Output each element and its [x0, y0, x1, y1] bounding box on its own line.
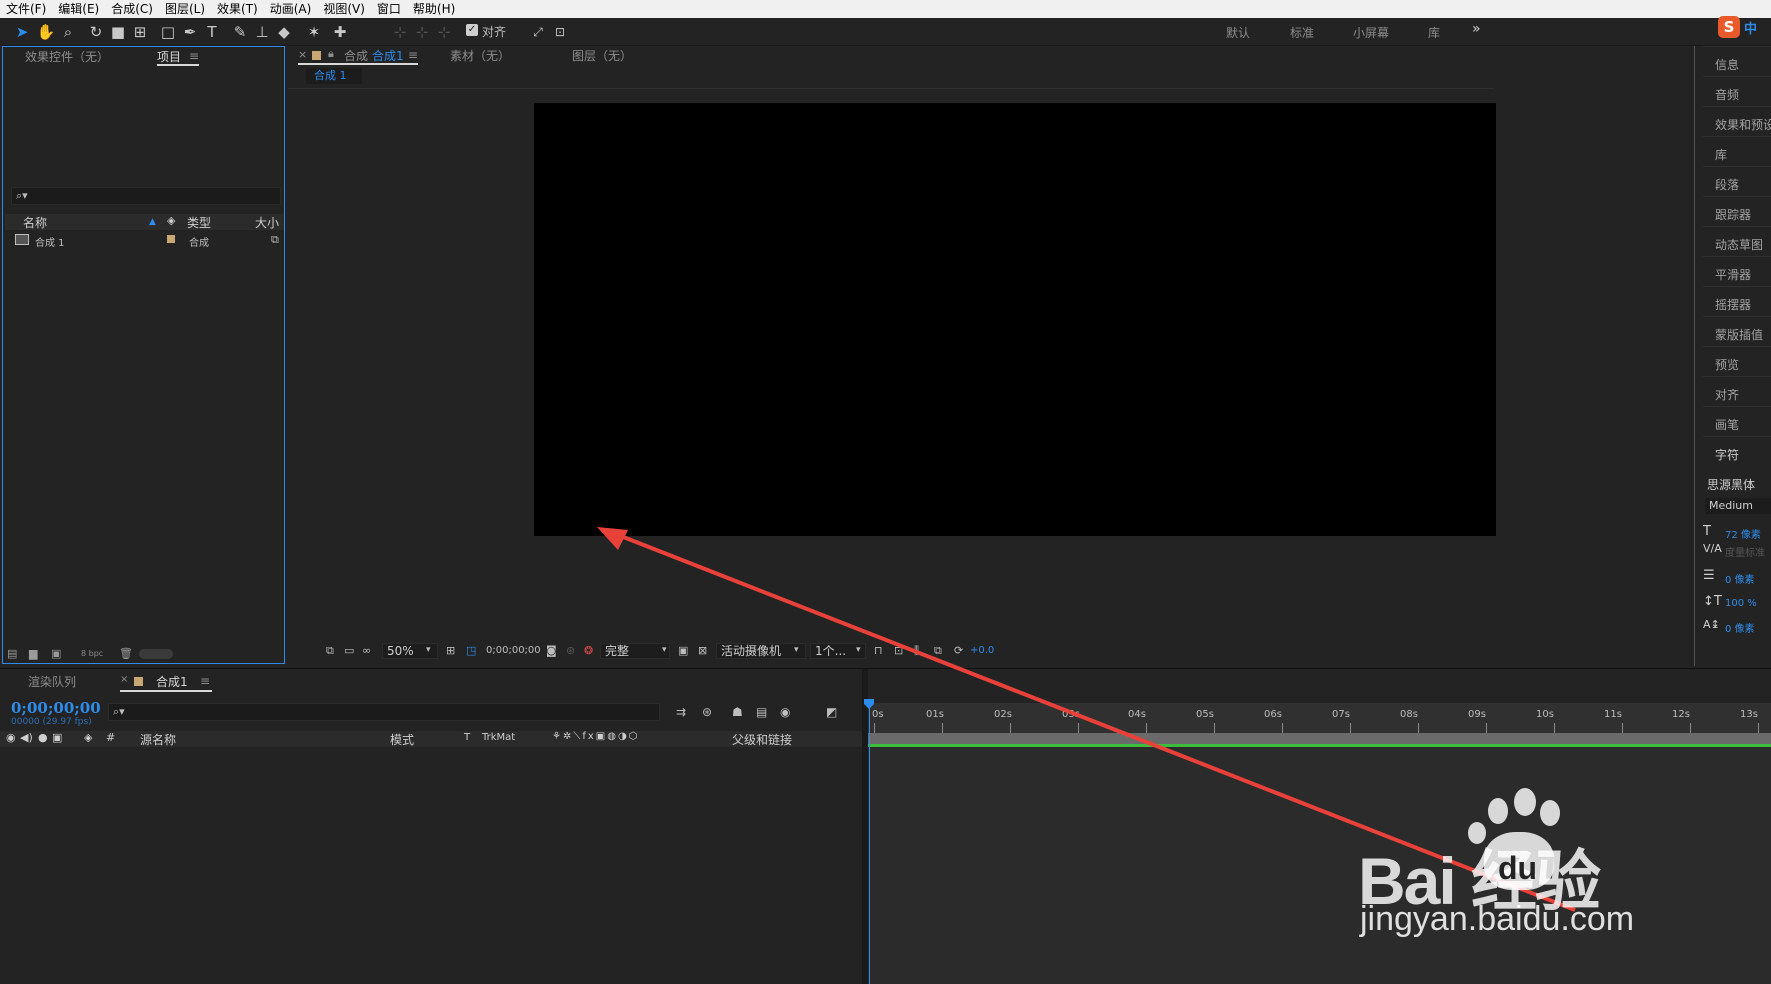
paw-toe — [1514, 788, 1536, 816]
paw-toe — [1488, 798, 1508, 824]
ime-mode-label[interactable]: 中 — [1744, 18, 1757, 37]
sogou-logo-icon: S — [1718, 16, 1740, 38]
baidu-logo-du: du — [1498, 850, 1538, 886]
sogou-ime-indicator[interactable]: S 中 — [1714, 14, 1771, 40]
arrow-head — [597, 527, 628, 550]
baidu-url: jingyan.baidu.com — [1360, 900, 1635, 938]
baidu-watermark: Bai 经验 du jingyan.baidu.com — [1358, 788, 1688, 958]
paw-toe — [1540, 800, 1560, 826]
